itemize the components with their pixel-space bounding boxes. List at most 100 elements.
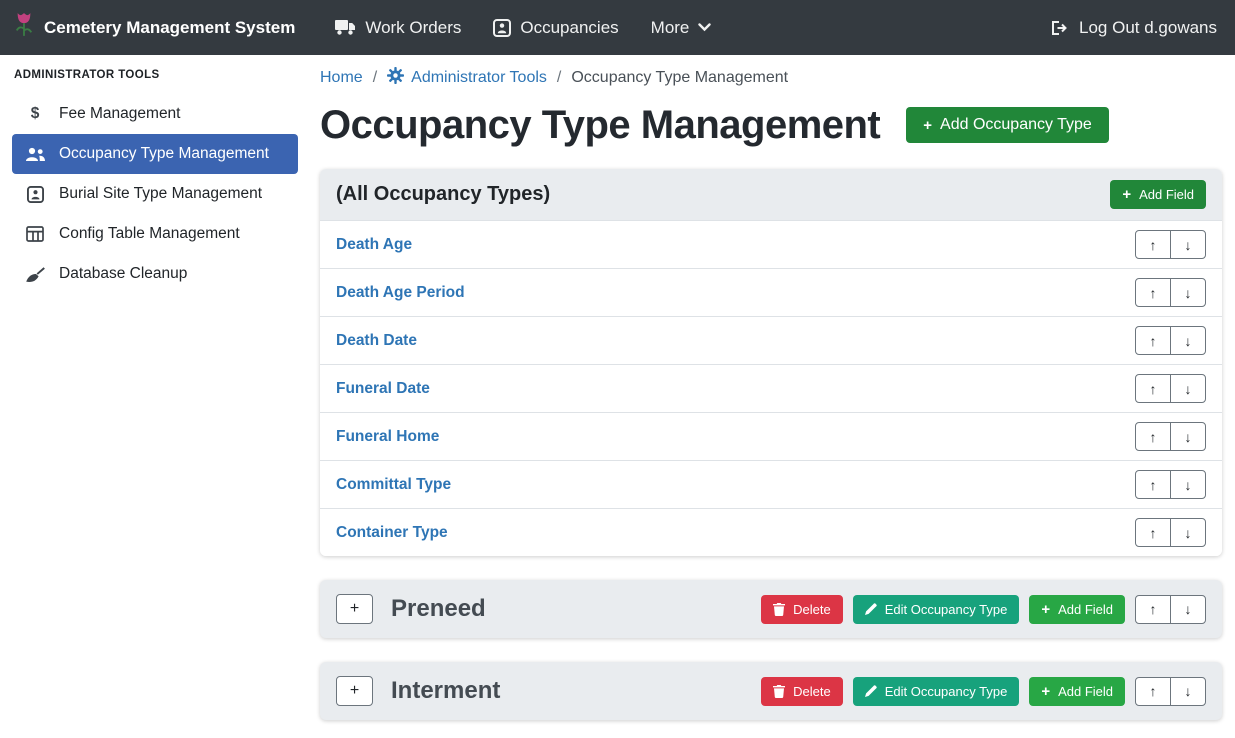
move-up-button[interactable]: ↑ [1135, 422, 1171, 451]
expand-button[interactable]: + [336, 676, 373, 706]
field-link[interactable]: Death Date [336, 332, 417, 350]
breadcrumb-administrator-tools[interactable]: Administrator Tools [387, 67, 547, 89]
move-down-button[interactable]: ↓ [1170, 422, 1206, 451]
move-up-button[interactable]: ↑ [1135, 470, 1171, 499]
move-down-button[interactable]: ↓ [1170, 677, 1206, 706]
brand[interactable]: Cemetery Management System [14, 10, 295, 45]
plus-icon: + [923, 118, 932, 133]
delete-button[interactable]: Delete [761, 677, 843, 706]
logout-button[interactable]: Log Out d.gowans [1051, 18, 1217, 38]
move-up-button[interactable]: ↑ [1135, 677, 1171, 706]
logout-label: Log Out d.gowans [1079, 18, 1217, 38]
chevron-down-icon [698, 23, 711, 32]
sidebar-item-label: Fee Management [59, 105, 181, 123]
arrow-down-icon: ↓ [1185, 477, 1192, 493]
users-icon [24, 147, 46, 162]
all-occupancy-types-title: (All Occupancy Types) [336, 183, 550, 206]
nav-more[interactable]: More [651, 18, 712, 38]
arrow-up-icon: ↑ [1150, 285, 1157, 301]
move-down-button[interactable]: ↓ [1170, 470, 1206, 499]
expand-button[interactable]: + [336, 594, 373, 624]
arrow-up-icon: ↑ [1150, 683, 1157, 699]
table-icon [24, 226, 46, 242]
main-content: Home / Administrator Tools / Occupancy T… [310, 55, 1235, 738]
edit-occupancy-type-button[interactable]: Edit Occupancy Type [853, 677, 1020, 706]
nav-more-label: More [651, 18, 690, 38]
sidebar-heading: Administrator Tools [14, 69, 298, 81]
gear-icon [387, 67, 404, 89]
move-down-button[interactable]: ↓ [1170, 374, 1206, 403]
move-down-button[interactable]: ↓ [1170, 326, 1206, 355]
sidebar-item-config-table-management[interactable]: Config Table Management [12, 214, 298, 254]
sidebar-item-label: Burial Site Type Management [59, 185, 262, 203]
field-link[interactable]: Container Type [336, 524, 448, 542]
nav-occupancies-label: Occupancies [520, 18, 618, 38]
sidebar-item-fee-management[interactable]: $ Fee Management [12, 94, 298, 134]
arrow-up-icon: ↑ [1150, 601, 1157, 617]
breadcrumb-home[interactable]: Home [320, 69, 363, 87]
all-occupancy-types-header: (All Occupancy Types) + Add Field [320, 169, 1222, 220]
field-row-death-age-period: Death Age Period ↑ ↓ [320, 268, 1222, 316]
section-actions: Delete Edit Occupancy Type + Add Field ↑ [761, 595, 1206, 624]
move-up-button[interactable]: ↑ [1135, 518, 1171, 547]
field-row-funeral-date: Funeral Date ↑ ↓ [320, 364, 1222, 412]
top-navbar: Cemetery Management System Work Orders [0, 0, 1235, 55]
move-down-button[interactable]: ↓ [1170, 230, 1206, 259]
arrow-down-icon: ↓ [1185, 237, 1192, 253]
reorder-group: ↑ ↓ [1135, 470, 1206, 499]
move-up-button[interactable]: ↑ [1135, 595, 1171, 624]
nav-work-orders[interactable]: Work Orders [335, 18, 461, 38]
add-field-button[interactable]: + Add Field [1110, 180, 1206, 209]
page-layout: Administrator Tools $ Fee Management Occ… [0, 55, 1235, 738]
add-field-button[interactable]: + Add Field [1029, 595, 1125, 624]
reorder-group: ↑ ↓ [1135, 230, 1206, 259]
trash-icon [773, 685, 785, 698]
nav-work-orders-label: Work Orders [365, 18, 461, 38]
breadcrumb: Home / Administrator Tools / Occupancy T… [320, 67, 1222, 89]
occupancy-type-section-interment: + Interment Delete [320, 662, 1222, 720]
move-up-button[interactable]: ↑ [1135, 374, 1171, 403]
person-frame-icon [24, 186, 46, 203]
sidebar-item-burial-site-type-management[interactable]: Burial Site Type Management [12, 174, 298, 214]
field-link[interactable]: Death Age Period [336, 284, 465, 302]
delete-button[interactable]: Delete [761, 595, 843, 624]
plus-icon: + [350, 682, 359, 700]
arrow-up-icon: ↑ [1150, 333, 1157, 349]
move-up-button[interactable]: ↑ [1135, 230, 1171, 259]
person-frame-icon [493, 19, 511, 37]
nav-occupancies[interactable]: Occupancies [493, 18, 618, 38]
reorder-group: ↑ ↓ [1135, 422, 1206, 451]
delete-label: Delete [793, 684, 831, 699]
field-link[interactable]: Funeral Home [336, 428, 439, 446]
move-down-button[interactable]: ↓ [1170, 278, 1206, 307]
sidebar-item-occupancy-type-management[interactable]: Occupancy Type Management [12, 134, 298, 174]
move-up-button[interactable]: ↑ [1135, 326, 1171, 355]
field-link[interactable]: Funeral Date [336, 380, 430, 398]
move-up-button[interactable]: ↑ [1135, 278, 1171, 307]
arrow-up-icon: ↑ [1150, 525, 1157, 541]
page-title: Occupancy Type Management [320, 101, 880, 149]
flower-icon [14, 10, 34, 45]
occupancy-type-title: Interment [391, 677, 500, 705]
move-down-button[interactable]: ↓ [1170, 518, 1206, 547]
arrow-down-icon: ↓ [1185, 683, 1192, 699]
arrow-down-icon: ↓ [1185, 381, 1192, 397]
move-down-button[interactable]: ↓ [1170, 595, 1206, 624]
add-field-label: Add Field [1058, 602, 1113, 617]
sidebar-item-label: Config Table Management [59, 225, 240, 243]
field-row-committal-type: Committal Type ↑ ↓ [320, 460, 1222, 508]
add-occupancy-type-button[interactable]: + Add Occupancy Type [906, 107, 1109, 143]
reorder-group: ↑ ↓ [1135, 278, 1206, 307]
breadcrumb-current: Occupancy Type Management [571, 69, 788, 87]
arrow-up-icon: ↑ [1150, 477, 1157, 493]
reorder-group: ↑ ↓ [1135, 677, 1206, 706]
sidebar-item-database-cleanup[interactable]: Database Cleanup [12, 254, 298, 294]
add-field-button[interactable]: + Add Field [1029, 677, 1125, 706]
arrow-up-icon: ↑ [1150, 237, 1157, 253]
field-link[interactable]: Death Age [336, 236, 412, 254]
edit-occupancy-type-button[interactable]: Edit Occupancy Type [853, 595, 1020, 624]
plus-icon: + [1122, 187, 1131, 202]
add-field-label: Add Field [1139, 187, 1194, 202]
edit-label: Edit Occupancy Type [885, 602, 1008, 617]
field-link[interactable]: Committal Type [336, 476, 451, 494]
